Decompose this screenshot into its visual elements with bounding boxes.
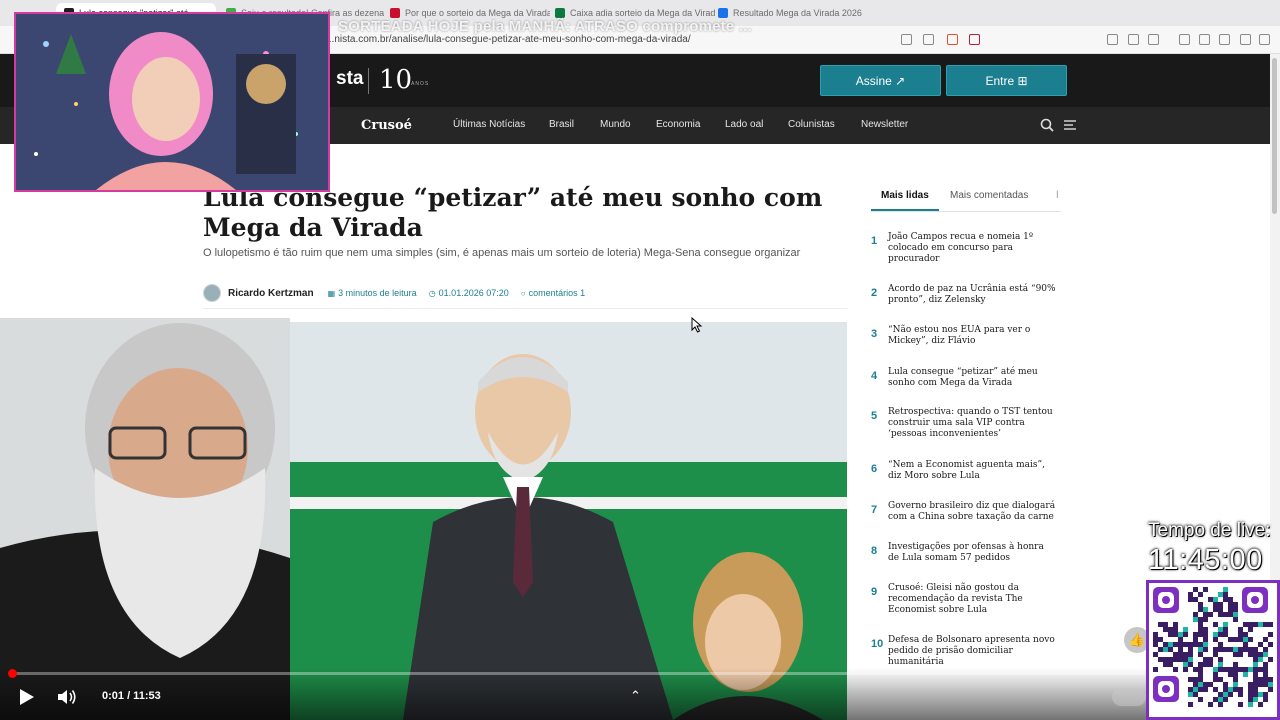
- menu-icon[interactable]: [1259, 34, 1270, 45]
- rewards-icon[interactable]: [969, 34, 980, 45]
- tab-most-read[interactable]: Mais lidas: [881, 190, 929, 201]
- play-icon[interactable]: [16, 687, 36, 707]
- rank-number: 9: [871, 586, 878, 598]
- article-headline: Lula consegue “petizar” até meu sonho co…: [203, 183, 823, 242]
- bookmark-icon[interactable]: [1219, 34, 1230, 45]
- nav-item-newsletter[interactable]: Newsletter: [861, 119, 908, 130]
- rank-title[interactable]: João Campos recua e nomeia 1º colocado e…: [888, 232, 1056, 265]
- rank-title[interactable]: Acordo de paz na Ucrânia está “90% pront…: [888, 284, 1056, 306]
- extension-icon[interactable]: [1148, 34, 1159, 45]
- subscribe-button[interactable]: Assine ↗: [820, 65, 941, 96]
- author-avatar[interactable]: [203, 284, 221, 302]
- nav-item-ultimas[interactable]: Últimas Notícias: [453, 119, 525, 130]
- nav-logo[interactable]: Crusoé: [361, 118, 412, 133]
- anniversary-logo: 10: [379, 65, 413, 95]
- search-icon[interactable]: [1040, 118, 1054, 132]
- rank-number: 6: [871, 463, 878, 475]
- mouse-cursor-icon: [691, 317, 703, 333]
- screen: Lula consegue "petizar" até... Saiu o re…: [0, 0, 1280, 720]
- rank-number: 3: [871, 328, 878, 340]
- rank-number: 8: [871, 545, 878, 557]
- share-icon[interactable]: [923, 34, 934, 45]
- autoplay-toggle[interactable]: [1112, 688, 1146, 706]
- calendar-icon: ▦: [327, 288, 336, 298]
- divider: [203, 308, 847, 309]
- rank-number: 5: [871, 410, 878, 422]
- tab-most-commented[interactable]: Mais comentadas: [950, 190, 1028, 201]
- rank-title[interactable]: Lula consegue “petizar” até meu sonho co…: [888, 367, 1056, 389]
- qr-code: [1146, 580, 1280, 720]
- comments-link[interactable]: ○ comentários 1: [521, 288, 585, 298]
- chevron-up-icon[interactable]: ⌃: [630, 688, 641, 704]
- article-byline: Ricardo Kertzman ▦ 3 minutos de leitura …: [203, 283, 597, 303]
- tab-title: Por que o sorteio da Mega da Virada: [405, 8, 550, 18]
- reader-icon[interactable]: [901, 34, 912, 45]
- nav-item-brasil[interactable]: Brasil: [549, 119, 574, 130]
- extension-icon[interactable]: [1107, 34, 1118, 45]
- sidebar-tabs: Mais lidas Mais comentadas ǀ: [871, 186, 1061, 212]
- video-progress-bar[interactable]: [8, 669, 1144, 678]
- article-subheadline: O lulopetismo é tão ruim que nem uma sim…: [203, 247, 801, 259]
- anniversary-label: ANOS: [411, 81, 430, 87]
- nav-item-colunistas[interactable]: Colunistas: [788, 119, 835, 130]
- read-time: ▦ 3 minutos de leitura: [328, 288, 417, 298]
- rank-number: 2: [871, 287, 878, 299]
- tab-favicon-icon: [555, 8, 565, 18]
- article-photo: [203, 322, 847, 720]
- wallet-icon[interactable]: [1199, 34, 1210, 45]
- brave-shield-icon[interactable]: [947, 34, 958, 45]
- vpn-icon[interactable]: [1240, 34, 1251, 45]
- rank-title[interactable]: Investigações por ofensas à honra de Lul…: [888, 542, 1056, 564]
- scrollbar-thumb[interactable]: [1272, 58, 1277, 214]
- publish-date-label: 01.01.2026 07:20: [438, 288, 509, 298]
- clock-icon: ◷: [428, 288, 436, 298]
- publish-date: ◷ 01.01.2026 07:20: [429, 288, 509, 298]
- rank-title[interactable]: Retrospectiva: quando o TST tentou const…: [888, 407, 1056, 440]
- hamburger-menu-icon[interactable]: [1063, 119, 1077, 131]
- rank-title[interactable]: Governo brasileiro diz que dialogará com…: [888, 501, 1056, 523]
- overlay-ticker: SORTEADA HOJE pela MANHÃ: ATRASO comprom…: [338, 18, 752, 35]
- rank-title[interactable]: “Nem a Economist aguenta mais”, diz Moro…: [888, 460, 1056, 482]
- nav-item-economia[interactable]: Economia: [656, 119, 700, 130]
- active-tab-indicator: [871, 209, 939, 211]
- tab-title: Resultado Mega da Virada 2026: [733, 8, 862, 18]
- live-time-counter: 11:45:00: [1148, 544, 1263, 576]
- volume-icon[interactable]: [56, 687, 78, 707]
- tab-title: Caixa adia sorteio da Mega da Virada: [570, 8, 715, 18]
- site-logo[interactable]: sta: [336, 68, 363, 90]
- author-name[interactable]: Ricardo Kertzman: [228, 288, 314, 299]
- video-progress-handle[interactable]: [8, 669, 17, 678]
- rank-number: 1: [871, 235, 878, 247]
- tab-favicon-icon: [390, 8, 400, 18]
- sidebar-icon[interactable]: [1179, 34, 1190, 45]
- video-controls-bar: [0, 668, 1146, 720]
- video-time: 0:01 / 11:53: [102, 690, 161, 702]
- streamer-webcam: [14, 12, 330, 192]
- url-field[interactable]: ...nista.com.br/analise/lula-consegue-pe…: [326, 34, 691, 45]
- rank-number: 7: [871, 504, 878, 516]
- rank-number: 4: [871, 370, 878, 382]
- rank-title[interactable]: Crusoé: Gleisi não gostou da recomendaçã…: [888, 583, 1056, 616]
- comments-label: comentários 1: [528, 288, 586, 298]
- nav-item-lado-oal[interactable]: Lado oal: [725, 119, 763, 130]
- login-button[interactable]: Entre ⊞: [946, 65, 1067, 96]
- guest-video: [0, 318, 290, 720]
- live-time-label: Tempo de live:: [1148, 520, 1271, 541]
- more-tabs-icon[interactable]: ǀ: [1056, 190, 1059, 202]
- rank-title[interactable]: “Não estou nos EUA para ver o Mickey”, d…: [888, 325, 1056, 347]
- nav-item-mundo[interactable]: Mundo: [600, 119, 631, 130]
- rank-number: 10: [871, 638, 884, 650]
- comment-icon: ○: [520, 288, 526, 298]
- rank-title[interactable]: Defesa de Bolsonaro apresenta novo pedid…: [888, 635, 1056, 668]
- tab-favicon-icon: [718, 8, 728, 18]
- logo-divider: [368, 68, 369, 94]
- read-time-label: 3 minutos de leitura: [338, 288, 417, 298]
- extension-icon[interactable]: [1128, 34, 1139, 45]
